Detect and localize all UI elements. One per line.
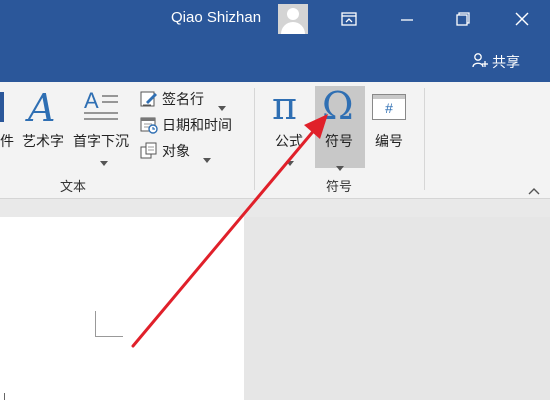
symbol-chevron-down-icon — [336, 156, 344, 175]
object-label: 对象 — [162, 144, 190, 160]
text-group-label: 文本 — [60, 180, 87, 195]
ruler-strip — [0, 199, 550, 217]
object-icon — [140, 142, 158, 164]
ribbon-display-options-icon[interactable] — [335, 6, 363, 32]
numbering-hash-icon: # — [372, 94, 406, 120]
signature-chevron-down-icon — [218, 96, 226, 115]
document-page[interactable] — [0, 217, 244, 400]
wordart-icon: A — [28, 86, 56, 130]
date-time-button[interactable]: 日期和时间 — [140, 115, 240, 135]
margin-marker — [95, 336, 123, 337]
signature-pen-icon — [140, 90, 158, 112]
text-cursor — [4, 393, 5, 400]
object-chevron-down-icon — [203, 148, 211, 167]
close-icon[interactable] — [508, 6, 536, 32]
date-time-label: 日期和时间 — [162, 118, 232, 134]
equation-label: 公式 — [275, 134, 303, 150]
symbols-group-label: 符号 — [326, 180, 353, 195]
svg-text:A: A — [84, 88, 99, 113]
collapse-ribbon-icon[interactable] — [528, 180, 540, 199]
account-name[interactable]: Qiao Shizhan — [171, 9, 261, 26]
group-divider — [254, 88, 255, 190]
dropcap-icon: A — [82, 86, 120, 126]
title-bar: Qiao Shizhan 共享 — [0, 0, 550, 82]
share-label: 共享 — [492, 55, 520, 71]
restore-icon[interactable] — [449, 6, 477, 32]
symbol-label: 符号 — [325, 134, 353, 150]
signature-line-button[interactable]: 签名行 — [140, 89, 230, 112]
dropcap-chevron-down-icon — [100, 151, 108, 170]
equation-chevron-down-icon — [286, 151, 294, 170]
margin-marker — [95, 311, 96, 336]
minimize-icon[interactable] — [393, 6, 421, 32]
dropcap-label: 首字下沉 — [73, 134, 129, 150]
equation-pi-icon: π — [272, 84, 297, 128]
ribbon-left-edge-icon — [0, 92, 4, 122]
calendar-clock-icon — [140, 116, 158, 138]
wordart-label: 艺术字 — [22, 134, 64, 150]
share-person-icon — [472, 52, 488, 72]
share-button[interactable]: 共享 — [472, 52, 520, 72]
object-button[interactable]: 对象 — [140, 141, 220, 164]
user-avatar-icon[interactable] — [278, 4, 308, 34]
signature-line-label: 签名行 — [162, 92, 204, 108]
group-divider — [424, 88, 425, 190]
partial-item-label[interactable]: 件 — [0, 131, 14, 151]
omega-icon: Ω — [322, 84, 354, 128]
numbering-label: 编号 — [375, 134, 403, 150]
